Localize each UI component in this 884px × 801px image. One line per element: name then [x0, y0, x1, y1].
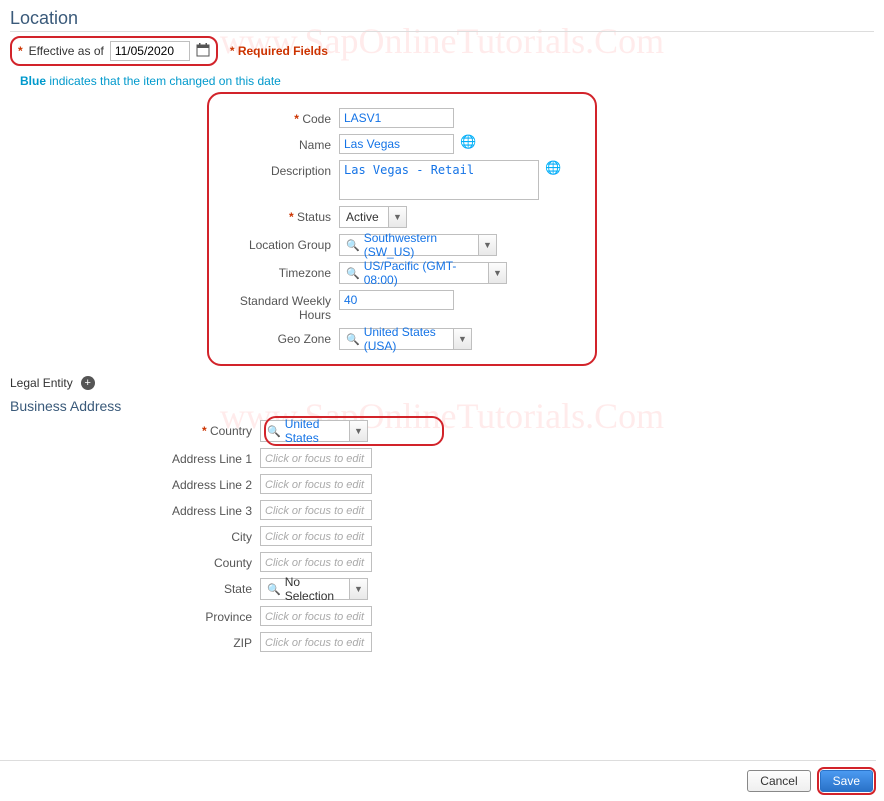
county-label: County — [90, 552, 260, 570]
geo-zone-label: Geo Zone — [219, 328, 339, 346]
chevron-down-icon[interactable]: ▼ — [350, 578, 368, 600]
search-icon: 🔍 — [267, 425, 281, 438]
description-input[interactable]: Las Vegas - Retail — [339, 160, 539, 200]
footer: Cancel Save — [0, 760, 876, 795]
details-annotation-box: * Code Name 🌐 Description Las Vegas - Re… — [207, 92, 597, 366]
search-icon: 🔍 — [346, 239, 360, 252]
page-title: Location — [10, 8, 874, 32]
name-label: Name — [219, 134, 339, 152]
effective-as-of-box: * Effective as of — [10, 36, 218, 66]
zip-input[interactable] — [260, 632, 372, 652]
timezone-select[interactable]: 🔍US/Pacific (GMT-08:00) — [339, 262, 489, 284]
country-select[interactable]: 🔍United States — [260, 420, 350, 442]
geo-zone-select[interactable]: 🔍United States (USA) — [339, 328, 454, 350]
zip-label: ZIP — [90, 632, 260, 650]
cancel-button[interactable]: Cancel — [747, 770, 810, 792]
name-input[interactable] — [339, 134, 454, 154]
addr-line3-label: Address Line 3 — [90, 500, 260, 518]
province-label: Province — [90, 606, 260, 624]
chevron-down-icon[interactable]: ▼ — [389, 206, 407, 228]
addr-line2-input[interactable] — [260, 474, 372, 494]
status-label: * Status — [219, 206, 339, 224]
globe-icon[interactable]: 🌐 — [460, 134, 476, 150]
chevron-down-icon[interactable]: ▼ — [479, 234, 497, 256]
description-label: Description — [219, 160, 339, 178]
location-group-label: Location Group — [219, 234, 339, 252]
code-label: * Code — [219, 108, 339, 126]
save-annotation-box: Save — [817, 767, 876, 795]
effective-label: Effective as of — [29, 44, 104, 58]
county-input[interactable] — [260, 552, 372, 572]
city-input[interactable] — [260, 526, 372, 546]
location-group-select[interactable]: 🔍Southwestern (SW_US) — [339, 234, 479, 256]
addr-line1-input[interactable] — [260, 448, 372, 468]
city-label: City — [90, 526, 260, 544]
chevron-down-icon[interactable]: ▼ — [350, 420, 368, 442]
addr-line3-input[interactable] — [260, 500, 372, 520]
save-button[interactable]: Save — [820, 770, 873, 792]
state-select[interactable]: 🔍No Selection — [260, 578, 350, 600]
search-icon: 🔍 — [267, 583, 281, 596]
required-asterisk: * — [18, 44, 23, 58]
blue-change-note: Blue indicates that the item changed on … — [20, 74, 874, 88]
province-input[interactable] — [260, 606, 372, 626]
required-fields-note: * Required Fields — [230, 44, 328, 58]
addr-line2-label: Address Line 2 — [90, 474, 260, 492]
effective-date-input[interactable] — [110, 41, 190, 61]
chevron-down-icon[interactable]: ▼ — [489, 262, 507, 284]
hours-label: Standard Weekly Hours — [219, 290, 339, 322]
timezone-label: Timezone — [219, 262, 339, 280]
state-label: State — [90, 578, 260, 596]
search-icon: 🔍 — [346, 267, 360, 280]
hours-input[interactable] — [339, 290, 454, 310]
calendar-icon[interactable] — [196, 43, 210, 60]
search-icon: 🔍 — [346, 333, 360, 346]
legal-entity-label: Legal Entity — [10, 376, 73, 390]
code-input[interactable] — [339, 108, 454, 128]
addr-line1-label: Address Line 1 — [90, 448, 260, 466]
business-address-title: Business Address — [10, 398, 874, 414]
globe-icon[interactable]: 🌐 — [545, 160, 561, 176]
chevron-down-icon[interactable]: ▼ — [454, 328, 472, 350]
status-select[interactable]: Active — [339, 206, 389, 228]
add-legal-entity-button[interactable]: + — [81, 376, 95, 390]
country-label: * Country — [90, 420, 260, 438]
